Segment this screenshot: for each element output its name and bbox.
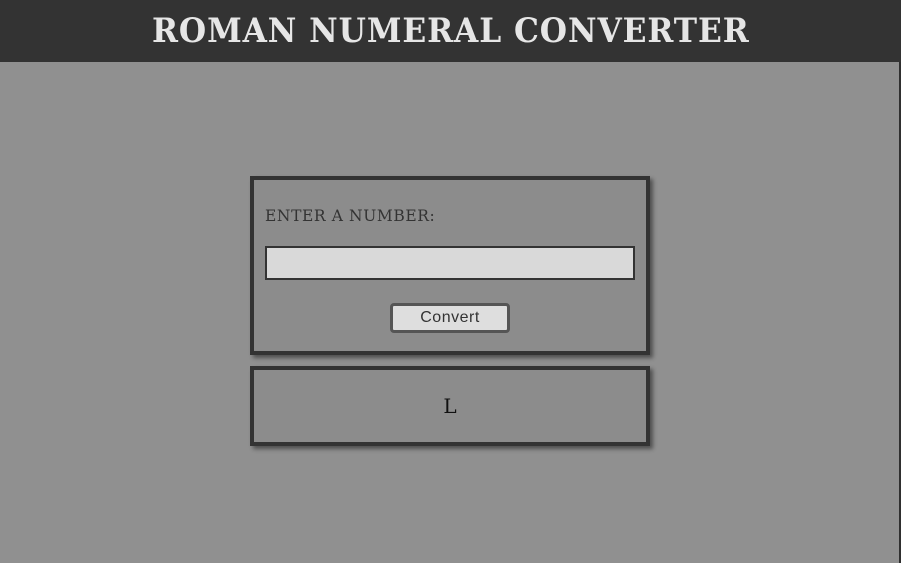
- output-panel: L: [250, 366, 650, 446]
- convert-button[interactable]: Convert: [390, 303, 510, 333]
- number-input-label: ENTER A NUMBER:: [265, 207, 436, 225]
- converter-form: ENTER A NUMBER: Convert: [250, 176, 650, 355]
- number-input[interactable]: [265, 246, 635, 280]
- app-header: ROMAN NUMERAL CONVERTER: [0, 0, 901, 62]
- output-result: L: [443, 394, 457, 418]
- page-title: ROMAN NUMERAL CONVERTER: [151, 11, 750, 51]
